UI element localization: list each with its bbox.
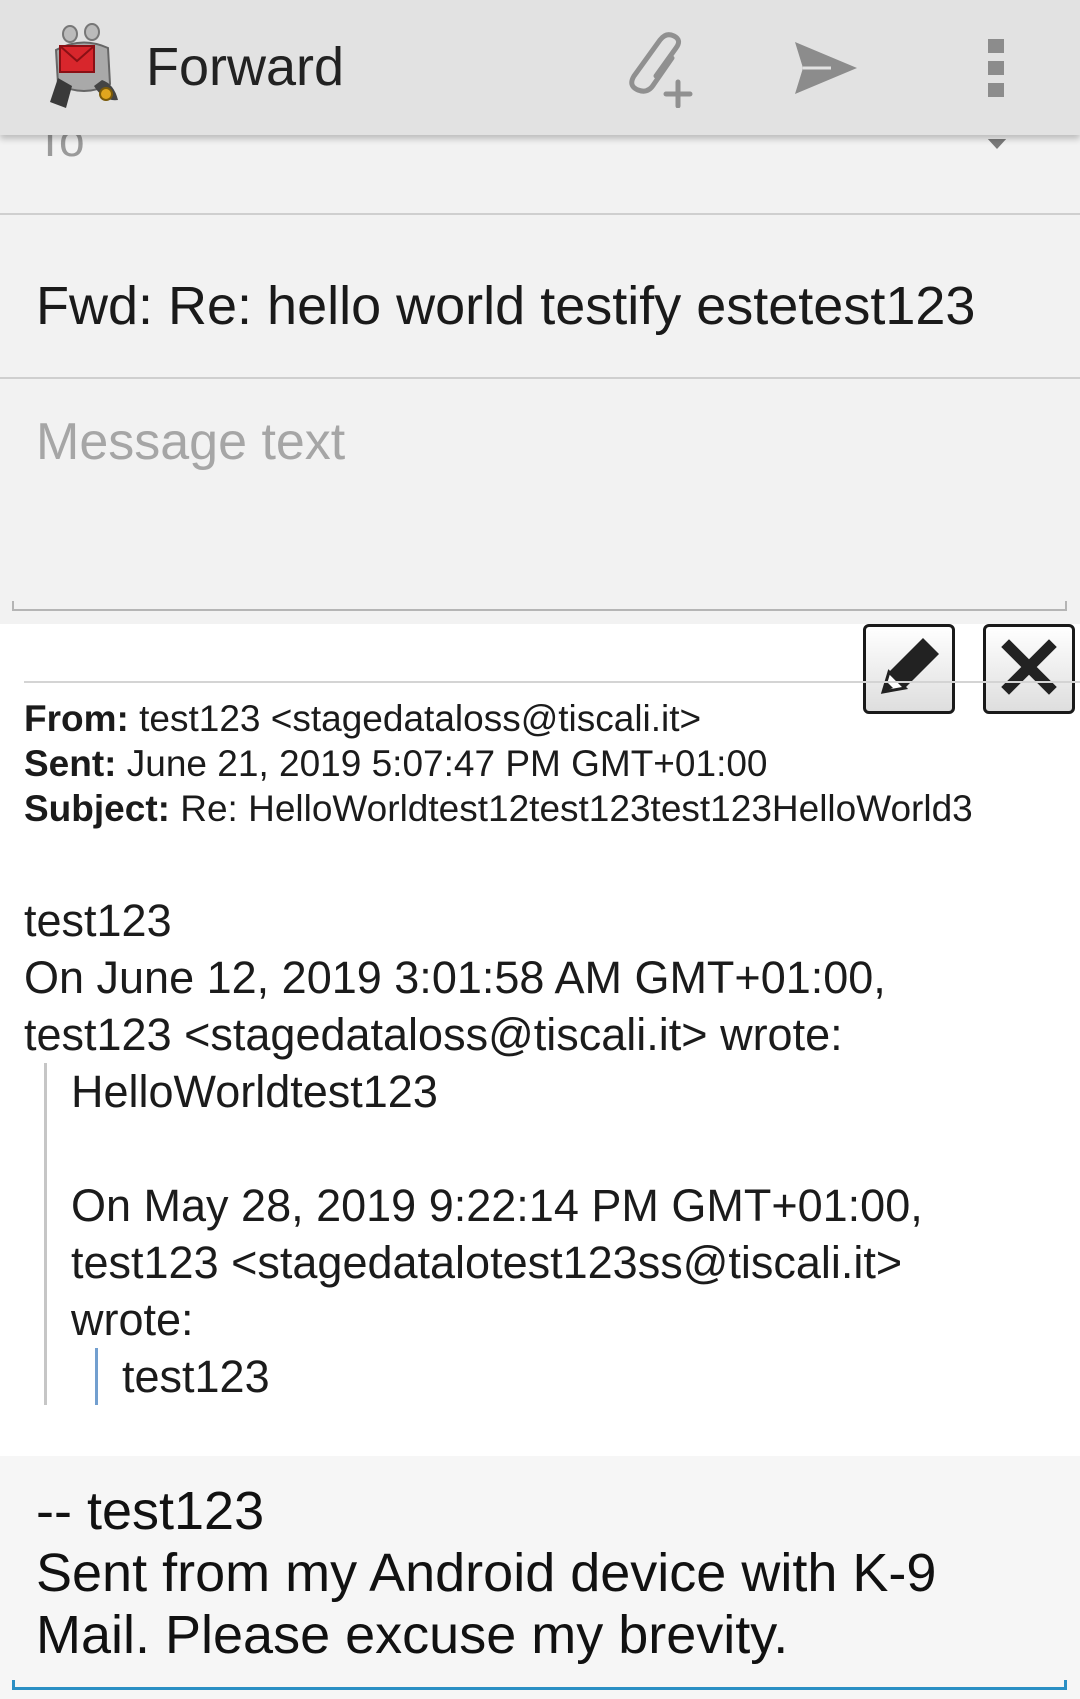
blockquote-line: On May 28, 2019 9:22:14 PM GMT+01:00,	[71, 1180, 923, 1231]
quoted-body-line: test123 <stagedataloss@tiscali.it> wrote…	[24, 1009, 843, 1060]
quoted-from-value: test123 <stagedataloss@tiscali.it>	[139, 698, 702, 739]
quoted-subject-line: Subject: Re: HelloWorldtest12test123test…	[24, 786, 973, 831]
overflow-menu-icon	[986, 37, 1006, 104]
quoted-from-label: From:	[24, 698, 129, 739]
send-button[interactable]	[786, 30, 866, 110]
message-text-area[interactable]: Message text	[0, 379, 1080, 623]
blockquote-level-1: HelloWorldtest123 On May 28, 2019 9:22:1…	[44, 1063, 1064, 1405]
quoted-body: test123 On June 12, 2019 3:01:58 AM GMT+…	[24, 892, 1064, 1405]
quoted-subject-label: Subject:	[24, 788, 170, 829]
quoted-body-line: On June 12, 2019 3:01:58 AM GMT+01:00,	[24, 952, 886, 1003]
signature-field-underline	[12, 1680, 1067, 1690]
to-field-label: To	[36, 135, 85, 166]
quoted-message: From: test123 <stagedataloss@tiscali.it>…	[0, 624, 1080, 1456]
chevron-down-icon[interactable]	[980, 137, 1014, 169]
quoted-body-line: test123	[24, 895, 172, 946]
attach-button[interactable]	[620, 30, 700, 110]
blockquote-level-2: test123	[95, 1348, 1064, 1405]
signature-line: Mail. Please excuse my brevity.	[36, 1605, 789, 1665]
page-title: Forward	[146, 37, 345, 97]
message-field-underline	[12, 601, 1067, 611]
quoted-header: From: test123 <stagedataloss@tiscali.it>…	[24, 696, 973, 831]
attach-add-icon	[620, 28, 700, 113]
k9-mail-logo-icon[interactable]	[44, 22, 124, 112]
quoted-sent-label: Sent:	[24, 743, 117, 784]
quoted-sent-value: June 21, 2019 5:07:47 PM GMT+01:00	[126, 743, 768, 784]
to-field-row[interactable]: To	[0, 135, 1080, 215]
send-icon	[791, 38, 861, 103]
signature-area[interactable]: -- test123 Sent from my Android device w…	[0, 1456, 1080, 1699]
app-bar: Forward	[0, 0, 1080, 135]
close-icon	[999, 637, 1059, 702]
overflow-menu-button[interactable]	[956, 30, 1036, 110]
quoted-header-divider	[24, 681, 1080, 683]
message-text-placeholder: Message text	[36, 413, 346, 471]
quoted-from-line: From: test123 <stagedataloss@tiscali.it>	[24, 696, 973, 741]
blockquote-line: test123	[122, 1351, 270, 1402]
blockquote-line: test123 <stagedatalotest123ss@tiscali.it…	[71, 1237, 903, 1288]
blockquote-line: HelloWorldtest123	[71, 1066, 438, 1117]
subject-row: Fwd: Re: hello world testify estetest123	[0, 215, 1080, 379]
signature-line: -- test123	[36, 1481, 265, 1541]
blockquote-line: wrote:	[71, 1294, 194, 1345]
signature-line: Sent from my Android device with K-9	[36, 1543, 937, 1603]
signature-text: -- test123 Sent from my Android device w…	[36, 1480, 1036, 1666]
subject-input[interactable]: Fwd: Re: hello world testify estetest123	[36, 271, 1046, 341]
delete-quoted-text-button[interactable]	[983, 624, 1075, 714]
quoted-sent-line: Sent: June 21, 2019 5:07:47 PM GMT+01:00	[24, 741, 973, 786]
quoted-subject-value: Re: HelloWorldtest12test123test123HelloW…	[180, 788, 973, 829]
